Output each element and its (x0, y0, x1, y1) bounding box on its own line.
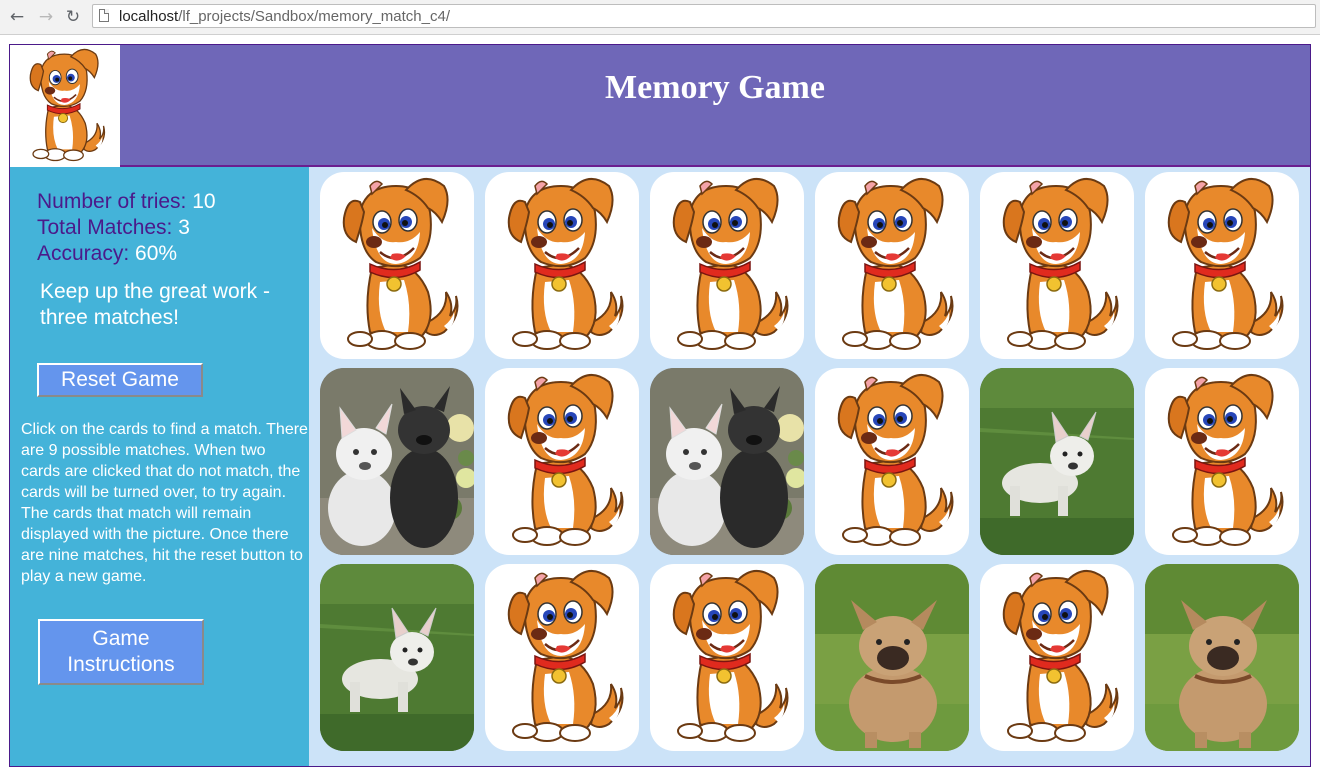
card-face-up[interactable] (320, 564, 474, 751)
cartoon-puppy-icon (485, 172, 639, 359)
forward-arrow-icon[interactable]: → (37, 8, 55, 26)
cartoon-puppy-icon (650, 564, 804, 751)
cartoon-puppy-icon (815, 172, 969, 359)
card-face-down[interactable] (1145, 368, 1299, 555)
accuracy-stat: Accuracy: 60% (37, 241, 216, 267)
card-face-down[interactable] (320, 172, 474, 359)
back-arrow-icon[interactable]: ← (8, 8, 26, 26)
card-face-down[interactable] (485, 368, 639, 555)
card-face-down[interactable] (485, 564, 639, 751)
tries-value: 10 (192, 190, 216, 213)
cartoon-puppy-icon (10, 45, 120, 167)
cartoon-puppy-icon (650, 172, 804, 359)
cartoon-puppy-icon (980, 172, 1134, 359)
card-face-up[interactable] (1145, 564, 1299, 751)
fawn-bulldog-on-grass-photo (1145, 564, 1299, 751)
stats-panel: Number of tries: 10 Total Matches: 3 Acc… (37, 189, 216, 267)
header-banner: Memory Game (120, 45, 1310, 167)
card-face-down[interactable] (485, 172, 639, 359)
accuracy-label: Accuracy: (37, 242, 130, 265)
reset-game-button[interactable]: Reset Game (37, 363, 203, 397)
card-face-up[interactable] (815, 564, 969, 751)
accuracy-value: 60% (135, 242, 178, 265)
logo (10, 45, 120, 167)
url-path: /lf_projects/Sandbox/memory_match_c4/ (178, 8, 450, 25)
card-face-down[interactable] (650, 172, 804, 359)
card-face-down[interactable] (650, 564, 804, 751)
cartoon-puppy-icon (1145, 368, 1299, 555)
url-host: localhost (119, 8, 179, 25)
cartoon-puppy-icon (320, 172, 474, 359)
address-bar[interactable]: localhost/lf_projects/Sandbox/memory_mat… (92, 4, 1316, 28)
white-bulldog-on-grass-photo (320, 564, 474, 751)
card-face-down[interactable] (980, 564, 1134, 751)
browser-toolbar: ← → ↻ localhost/lf_projects/Sandbox/memo… (0, 0, 1320, 35)
white-and-black-bulldogs-photo (320, 368, 474, 555)
card-board (309, 167, 1310, 766)
matches-value: 3 (178, 216, 190, 239)
memory-game-app: Memory Game Number of tries: 10 Total Ma… (9, 44, 1311, 767)
cartoon-puppy-icon (485, 368, 639, 555)
card-face-up[interactable] (650, 368, 804, 555)
instructions-text: Click on the cards to find a match. Ther… (21, 421, 308, 585)
game-instructions-button[interactable]: Game Instructions (38, 619, 204, 685)
url-text: localhost/lf_projects/Sandbox/memory_mat… (119, 8, 450, 25)
card-face-down[interactable] (815, 368, 969, 555)
sidebar: Number of tries: 10 Total Matches: 3 Acc… (10, 167, 309, 766)
cartoon-puppy-icon (815, 368, 969, 555)
card-face-down[interactable] (815, 172, 969, 359)
matches-label: Total Matches: (37, 216, 173, 239)
matches-stat: Total Matches: 3 (37, 215, 216, 241)
tries-label: Number of tries: (37, 190, 187, 213)
card-face-down[interactable] (980, 172, 1134, 359)
cartoon-puppy-icon (980, 564, 1134, 751)
encouragement-message: Keep up the great work - three matches! (40, 280, 270, 329)
tries-stat: Number of tries: 10 (37, 189, 216, 215)
white-bulldog-on-grass-photo (980, 368, 1134, 555)
card-face-up[interactable] (980, 368, 1134, 555)
card-face-down[interactable] (1145, 172, 1299, 359)
white-and-black-bulldogs-photo (650, 368, 804, 555)
cartoon-puppy-icon (1145, 172, 1299, 359)
page-icon (99, 9, 109, 22)
card-face-up[interactable] (320, 368, 474, 555)
reload-icon[interactable]: ↻ (64, 8, 82, 26)
page-title: Memory Game (605, 69, 825, 106)
cartoon-puppy-icon (485, 564, 639, 751)
fawn-bulldog-on-grass-photo (815, 564, 969, 751)
